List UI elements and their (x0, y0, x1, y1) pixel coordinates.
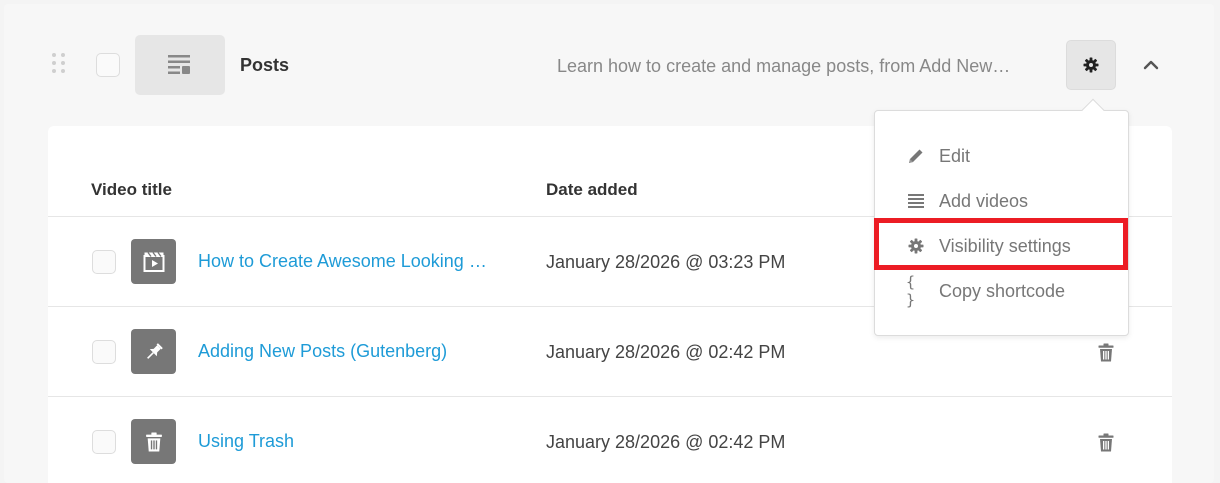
trash-icon (145, 432, 162, 451)
video-thumbnail[interactable] (131, 419, 176, 464)
chevron-up-icon (1143, 60, 1159, 70)
list-icon (908, 194, 924, 208)
video-date: January 28/2026 @ 02:42 PM (546, 432, 786, 452)
column-header-title: Video title (91, 180, 172, 199)
drag-handle-icon[interactable] (52, 53, 66, 77)
row-checkbox[interactable] (92, 340, 116, 364)
row-divider (48, 396, 1172, 397)
video-thumbnail[interactable] (131, 239, 176, 284)
video-title-link[interactable]: Adding New Posts (Gutenberg) (198, 341, 447, 362)
trash-icon (1098, 433, 1114, 451)
video-date: January 28/2026 @ 03:23 PM (546, 252, 786, 272)
delete-button[interactable] (1096, 431, 1116, 453)
menu-item-edit[interactable]: Edit (875, 136, 1128, 176)
menu-item-label: Visibility settings (939, 235, 1071, 256)
video-clapper-icon (143, 251, 164, 272)
menu-item-visibility-settings[interactable]: Visibility settings (875, 226, 1128, 266)
folder-settings-button[interactable] (1066, 40, 1116, 90)
column-header-date: Date added (546, 180, 638, 199)
menu-item-label: Add videos (939, 190, 1029, 211)
gear-icon (908, 238, 924, 254)
menu-item-copy-shortcode[interactable]: { } Copy shortcode (875, 271, 1128, 311)
pencil-icon (909, 149, 923, 163)
gear-icon (1083, 57, 1099, 73)
menu-item-add-videos[interactable]: Add videos (875, 181, 1128, 221)
row-checkbox[interactable] (92, 430, 116, 454)
pin-icon (146, 342, 163, 359)
folder-checkbox[interactable] (96, 53, 120, 77)
video-title-link[interactable]: Using Trash (198, 431, 294, 452)
menu-item-label: Copy shortcode (939, 280, 1066, 301)
playlist-icon (168, 55, 190, 74)
video-title-link[interactable]: How to Create Awesome Looking … (198, 251, 487, 272)
folder-thumbnail (135, 35, 225, 95)
video-thumbnail[interactable] (131, 329, 176, 374)
braces-icon: { } (906, 273, 918, 309)
video-date: January 28/2026 @ 02:42 PM (546, 342, 786, 362)
menu-item-label: Edit (939, 145, 971, 166)
trash-icon (1098, 343, 1114, 361)
folder-title: Posts (240, 55, 290, 75)
row-checkbox[interactable] (92, 250, 116, 274)
folder-description: Learn how to create and manage posts, fr… (557, 56, 1011, 76)
delete-button[interactable] (1096, 341, 1116, 363)
collapse-button[interactable] (1140, 55, 1162, 75)
